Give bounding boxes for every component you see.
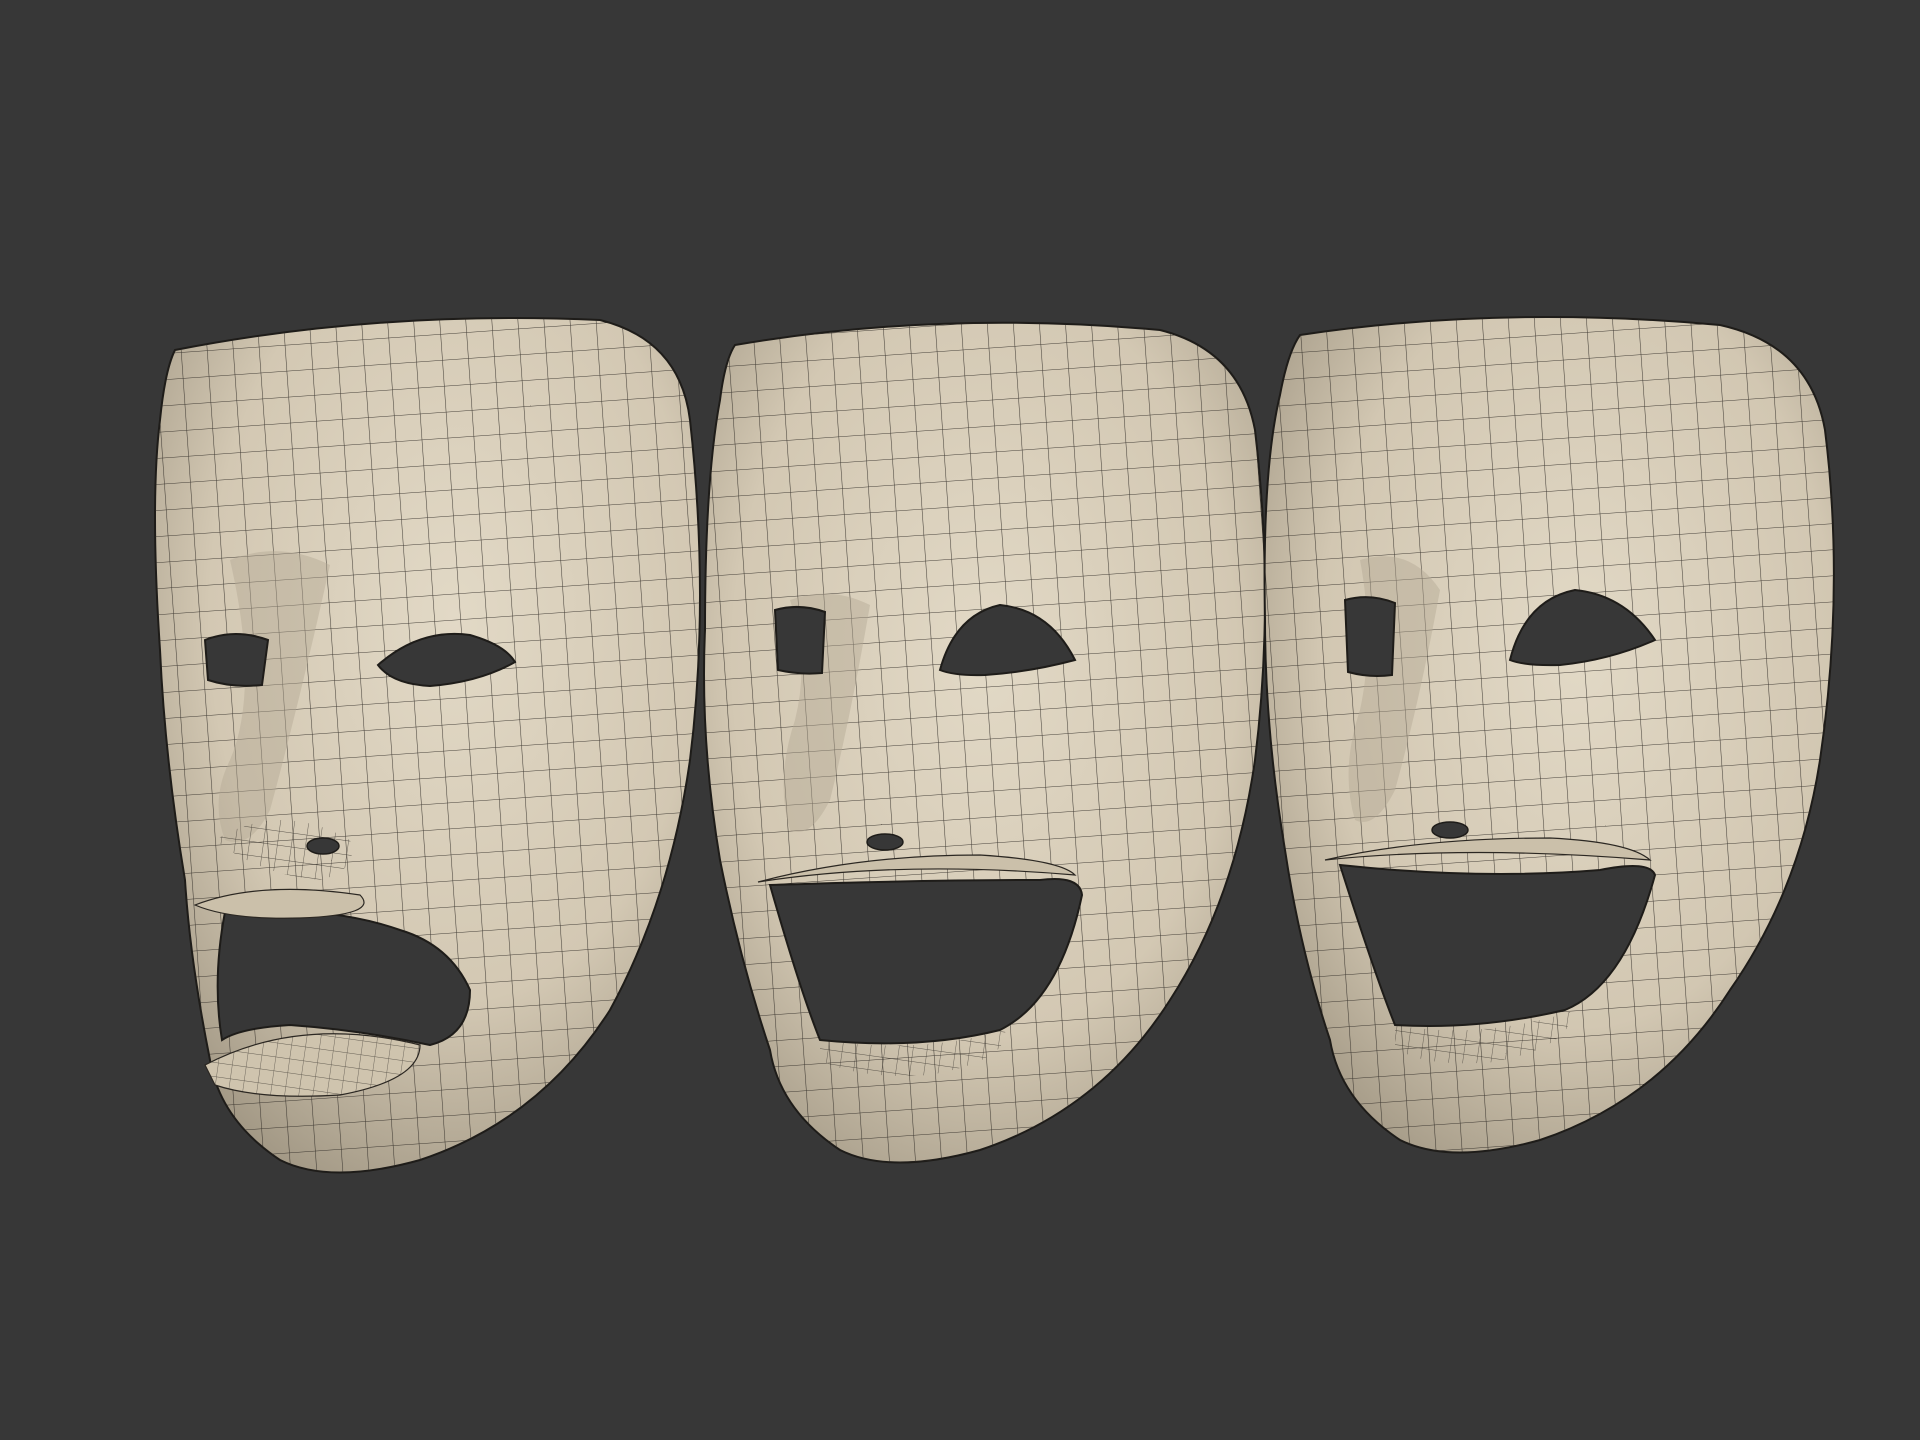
comedy-mask-right <box>1263 316 1835 1154</box>
render-viewport <box>0 0 1920 1440</box>
tragedy-mask <box>154 317 701 1174</box>
tragedy-nostril <box>306 837 340 855</box>
comedy-mask-center <box>703 321 1266 1164</box>
comedy-right-nostril <box>1431 821 1469 839</box>
comedy-center-nostril <box>866 833 904 851</box>
comedy-right-left-eye-hole <box>1343 596 1397 677</box>
comedy-center-left-eye-hole <box>773 606 827 675</box>
mask-render-scene <box>154 316 1835 1174</box>
tragedy-left-eye-hole <box>203 633 270 687</box>
